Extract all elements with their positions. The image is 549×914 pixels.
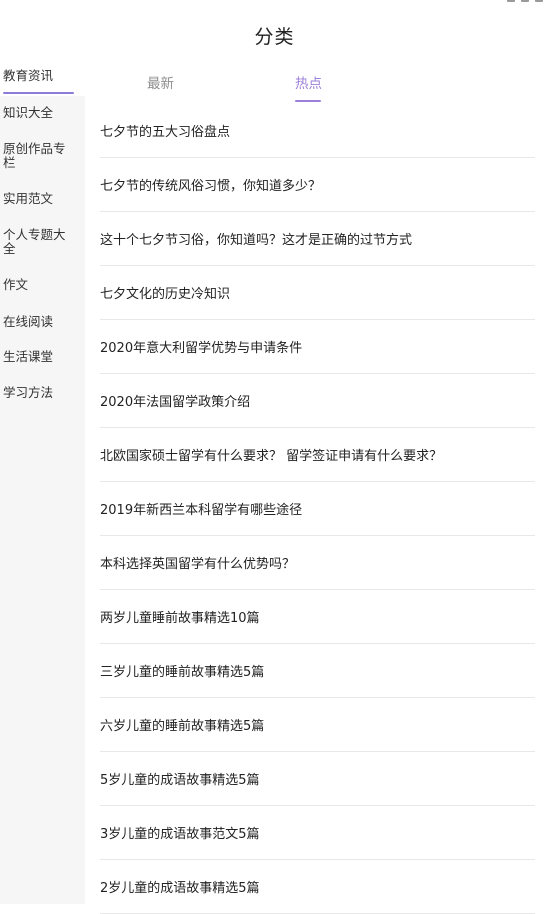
battery-icon xyxy=(535,0,543,2)
sidebar-item-label: 作文 xyxy=(3,277,29,292)
sidebar-item-label: 学习方法 xyxy=(3,385,54,400)
sidebar-item-practical-essays[interactable]: 实用范文 xyxy=(0,192,85,206)
tab-active-indicator xyxy=(295,100,321,102)
list-item[interactable]: 七夕节的传统风俗习惯，你知道多少？ xyxy=(100,158,535,212)
status-bar xyxy=(0,0,549,8)
sidebar-item-label: 生活课堂 xyxy=(3,349,54,364)
list-item[interactable]: 3岁儿童的成语故事范文5篇 xyxy=(100,806,535,860)
header: 分类 xyxy=(0,14,549,56)
sidebar-item-personal-topics[interactable]: 个人专题大全 xyxy=(0,228,85,256)
sidebar-item-label: 知识大全 xyxy=(3,105,54,120)
tab-hot[interactable]: 热点 xyxy=(295,72,322,92)
sidebar-item-label: 个人专题大全 xyxy=(3,227,66,256)
article-list: 七夕节的五大习俗盘点 七夕节的传统风俗习惯，你知道多少？ 这十个七夕节习俗，你知… xyxy=(100,104,535,914)
list-item[interactable]: 2019年新西兰本科留学有哪些途径 xyxy=(100,482,535,536)
sidebar-item-label: 原创作品专栏 xyxy=(3,141,66,170)
list-item[interactable]: 两岁儿童睡前故事精选10篇 xyxy=(100,590,535,644)
page-title: 分类 xyxy=(254,25,295,48)
sidebar-active-indicator xyxy=(3,92,74,94)
list-item[interactable]: 三岁儿童的睡前故事精选5篇 xyxy=(100,644,535,698)
sidebar-item-study-methods[interactable]: 学习方法 xyxy=(0,386,85,400)
wifi-icon xyxy=(521,0,529,2)
list-item[interactable]: 2020年意大利留学优势与申请条件 xyxy=(100,320,535,374)
signal-icon xyxy=(507,0,515,2)
list-item[interactable]: 七夕文化的历史冷知识 xyxy=(100,266,535,320)
list-item[interactable]: 2020年法国留学政策介绍 xyxy=(100,374,535,428)
sidebar-item-composition[interactable]: 作文 xyxy=(0,278,85,292)
sidebar-item-knowledge[interactable]: 知识大全 xyxy=(0,106,85,120)
list-item[interactable]: 这十个七夕节习俗，你知道吗？这才是正确的过节方式 xyxy=(100,212,535,266)
category-sidebar: 教育资讯 知识大全 原创作品专栏 实用范文 个人专题大全 作文 在线阅读 生活课… xyxy=(0,58,85,904)
tab-latest[interactable]: 最新 xyxy=(147,72,174,92)
sidebar-item-label: 实用范文 xyxy=(3,191,54,206)
sidebar-item-online-reading[interactable]: 在线阅读 xyxy=(0,315,85,329)
list-item[interactable]: 北欧国家硕士留学有什么要求？ 留学签证申请有什么要求？ xyxy=(100,428,535,482)
content-tabs: 最新 热点 xyxy=(85,58,549,104)
list-item[interactable]: 5岁儿童的成语故事精选5篇 xyxy=(100,752,535,806)
list-item[interactable]: 六岁儿童的睡前故事精选5篇 xyxy=(100,698,535,752)
list-item[interactable]: 七夕节的五大习俗盘点 xyxy=(100,104,535,158)
sidebar-item-label: 在线阅读 xyxy=(3,314,54,329)
list-item[interactable]: 本科选择英国留学有什么优势吗？ xyxy=(100,536,535,590)
sidebar-item-original-works[interactable]: 原创作品专栏 xyxy=(0,142,85,170)
sidebar-item-label: 教育资讯 xyxy=(3,68,54,83)
sidebar-item-life-class[interactable]: 生活课堂 xyxy=(0,350,85,364)
status-icons xyxy=(507,0,543,4)
list-item[interactable]: 2岁儿童的成语故事精选5篇 xyxy=(100,860,535,914)
sidebar-item-education-news[interactable]: 教育资讯 xyxy=(0,58,85,96)
